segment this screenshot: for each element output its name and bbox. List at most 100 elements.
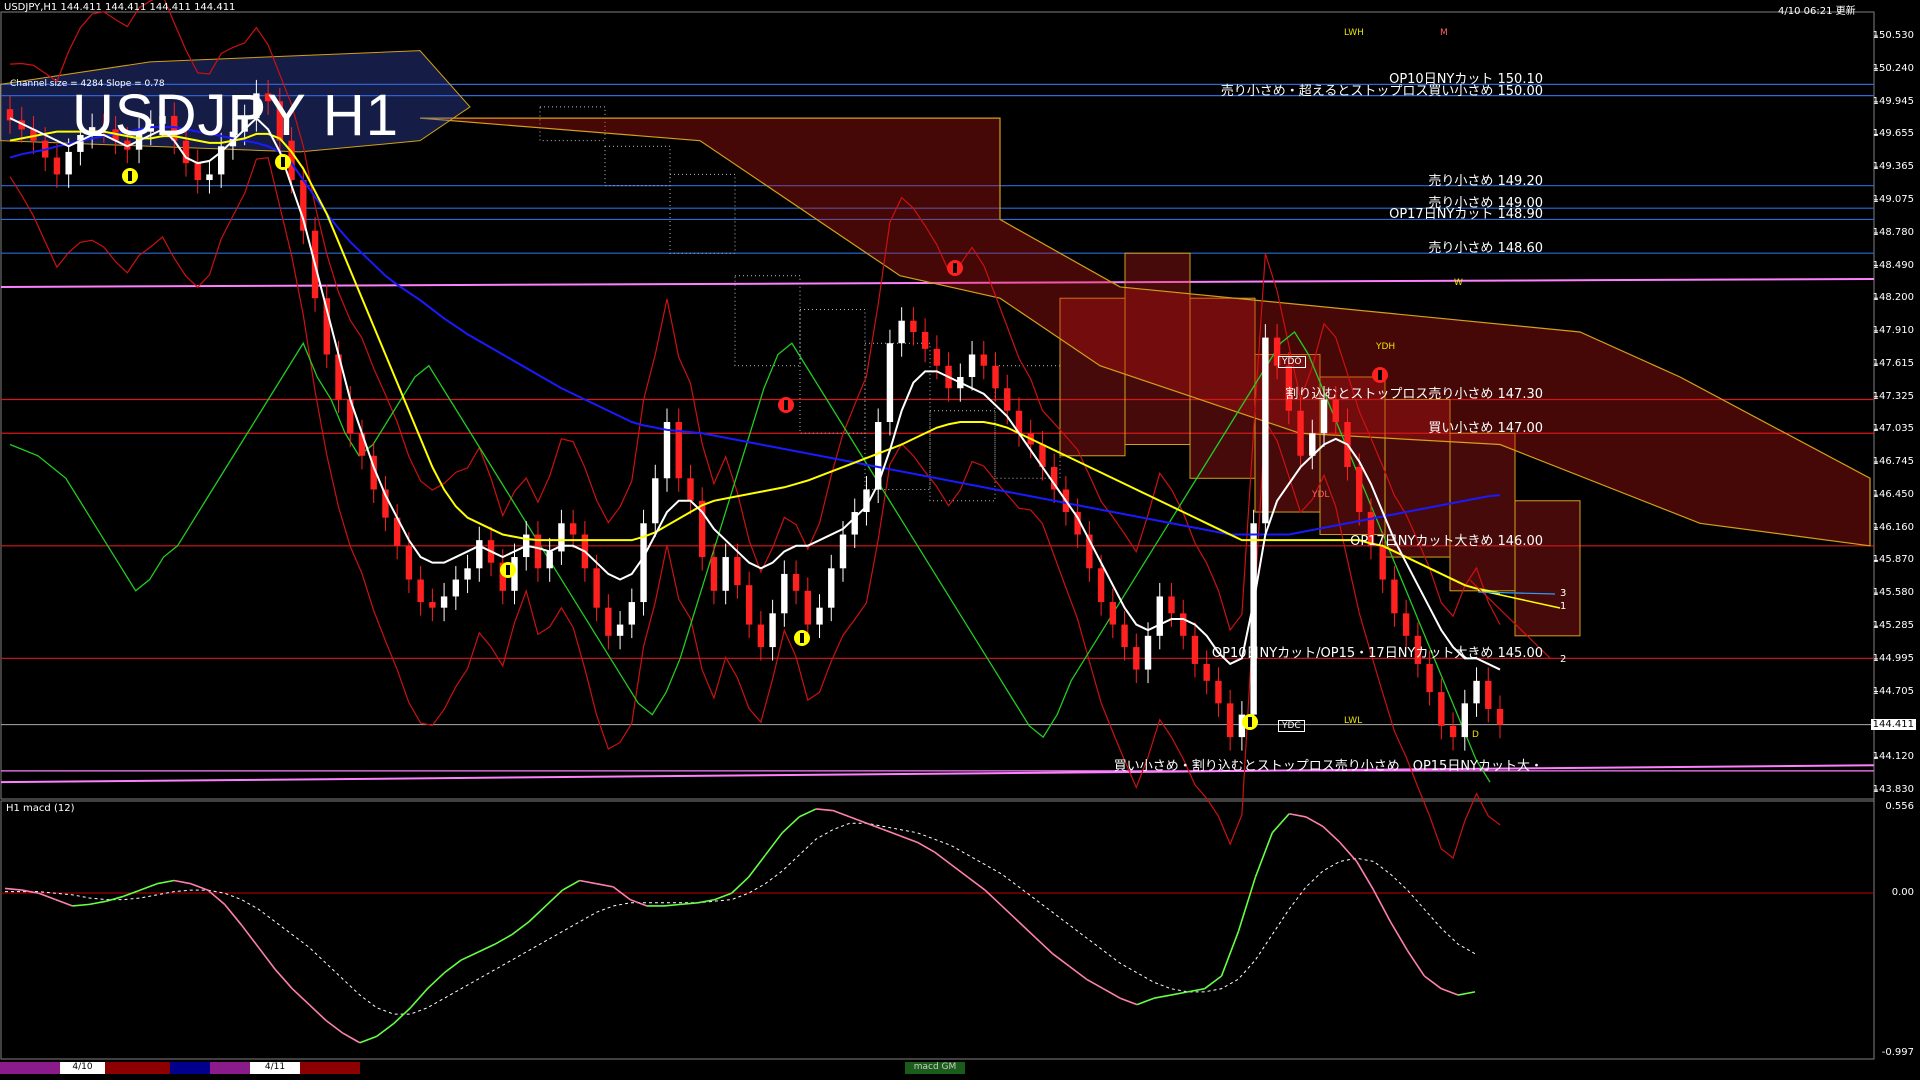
macd-axis-zero: 0.00 [1891,887,1914,898]
candle-body [898,320,905,344]
date-tab-1[interactable]: 4/10 [60,1062,105,1074]
macd-tab[interactable]: macd GM [905,1062,965,1074]
fractal-marker-inner [953,263,957,273]
lwh-tag: LWH [1344,28,1364,38]
candle-body [886,343,894,423]
level-label: 売り小さめ 148.60 [1428,241,1543,257]
candle-body [1168,596,1175,614]
update-timestamp: 4/10 06:21 更新 [1778,6,1856,17]
candle-body [616,624,624,636]
candle-body [1426,663,1433,693]
macd-segment [156,879,175,885]
candle-body [734,557,741,586]
candle-body [358,433,366,456]
price-tick-label: 147.325 [1872,390,1914,402]
macd-segment [562,879,580,891]
macd-segment [106,895,124,902]
candle-body [1391,579,1398,614]
macd-segment [950,863,969,878]
macd-segment [274,969,293,990]
candle-body [593,568,600,608]
candle-body [1473,680,1480,704]
cloud-block [1449,432,1516,592]
candle-body [839,534,847,569]
macd-segment [224,903,243,926]
cloud-block [1514,500,1581,637]
macd-segment [1204,975,1223,990]
candle-body [405,545,413,580]
w-tag: W [1454,278,1463,288]
candle-body [1121,624,1128,648]
candle-body [206,174,213,181]
macd-segment [545,889,564,907]
macd-segment [308,1003,327,1022]
candle-body [1438,692,1445,726]
macd-segment [325,1019,344,1034]
macd-signal-line [5,822,1476,1015]
macd-segment [697,898,715,904]
macd-segment [815,808,834,812]
macd-segment [1406,950,1425,977]
tab-segment [300,1062,360,1074]
period-separator-bar: 4/10 4/11 macd GM [0,1062,1876,1074]
macd-segment [1322,825,1341,843]
macd-segment [257,946,276,971]
price-tick-label: 145.580 [1872,587,1914,599]
macd-segment [240,924,260,948]
channel-number-1: 1 [1560,601,1567,612]
candle-body [1004,388,1011,411]
candle-body [910,320,917,332]
macd-segment [680,901,698,906]
candle-body [476,540,483,569]
macd-segment [38,892,56,901]
candle-body [757,624,765,648]
trading-chart-window: USDJPY,H1 144.411 144.411 144.411 144.41… [0,0,1920,1080]
price-tick-label: 144.411 [1870,718,1916,730]
price-tick-label: 150.530 [1872,30,1914,41]
price-tick-label: 143.830 [1872,784,1914,795]
price-tick-label: 147.615 [1872,358,1914,370]
macd-segment [866,822,884,831]
macd-segment [528,905,547,923]
cloud-block [734,275,801,367]
macd-segment [139,882,158,891]
macd-pane-frame [0,800,1875,1060]
price-tick-label: 144.120 [1872,751,1914,763]
macd-segment [832,809,851,818]
d-tag: D [1472,730,1479,740]
price-tick-label: 145.285 [1872,620,1914,632]
price-tick-label: 144.705 [1872,685,1914,697]
macd-segment [426,972,445,990]
macd-segment [967,876,986,891]
level-label: 割り込むとストップロス売り小さめ 147.30 [1285,387,1543,403]
ydc-tag: YDC [1278,720,1305,732]
candle-body [769,613,776,648]
macd-segment [1035,937,1054,955]
price-tick-label: 146.745 [1872,455,1914,467]
candle-body [1449,725,1457,738]
candle-body [546,551,553,569]
macd-segment [1271,813,1290,834]
date-tab-2[interactable]: 4/11 [250,1062,300,1074]
candle-body [1109,602,1117,625]
price-tick-label: 150.240 [1872,62,1914,74]
macd-axis-bottom: -0.997 [1881,1047,1914,1058]
price-chart[interactable] [0,0,1920,1080]
macd-segment [984,889,1003,907]
candle-body [1262,337,1269,524]
candle-body [1215,680,1222,704]
macd-segment [1254,832,1273,878]
tab-segment [105,1062,170,1074]
macd-segment [443,959,462,974]
macd-segment [1457,991,1476,996]
candle-body [1180,613,1187,636]
price-tick-label: 146.160 [1872,521,1914,533]
channel-number-2: 2 [1560,654,1567,665]
macd-segment [1001,905,1020,923]
candle-body [745,585,753,625]
candle-body [781,573,788,614]
macd-segment [917,841,935,853]
level-label: 買い小さめ 147.00 [1428,421,1543,437]
price-tick-label: 147.910 [1872,324,1914,336]
candle-body [1320,399,1328,434]
